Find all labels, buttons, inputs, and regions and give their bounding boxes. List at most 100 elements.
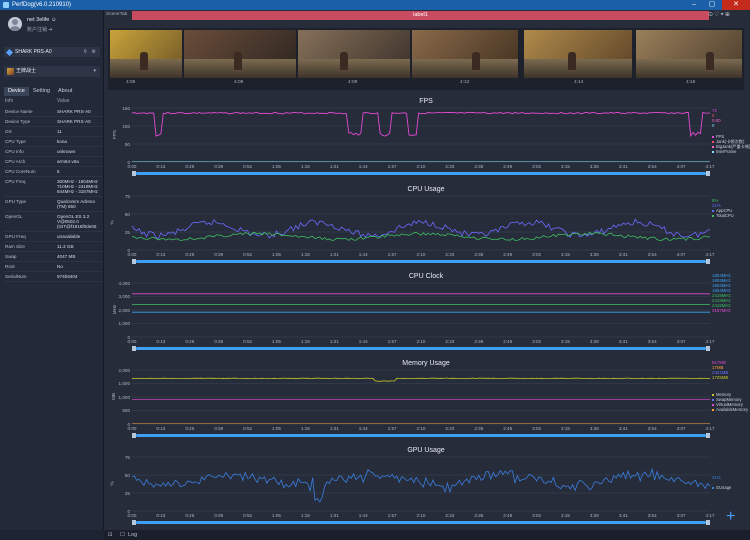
timeline-label: 4:08 xyxy=(234,80,244,85)
screenshot-thumb[interactable] xyxy=(298,30,410,78)
range-slider[interactable] xyxy=(136,260,706,263)
app-select[interactable]: 王牌战士 ▾ xyxy=(4,66,100,77)
x-tick-label: 2:10 xyxy=(416,339,426,344)
expand-icon[interactable]: ⊡ xyxy=(108,530,113,540)
x-tick-label: 3:02 xyxy=(532,164,542,169)
slider-handle-left[interactable] xyxy=(132,520,136,525)
x-tick-label: 1:05 xyxy=(272,426,281,431)
legend-item[interactable]: AvailableMemory xyxy=(712,407,748,412)
screenshot-thumb[interactable] xyxy=(412,30,518,78)
legend-item[interactable]: GUsage xyxy=(712,485,731,490)
current-value: 0 xyxy=(712,123,715,128)
slider-handle-right[interactable] xyxy=(706,520,710,525)
device-icon xyxy=(5,48,14,57)
x-tick-label: 1:31 xyxy=(329,339,339,344)
x-tick-label: 2:23 xyxy=(445,252,455,257)
slider-handle-right[interactable] xyxy=(706,433,710,438)
x-tick-label: 1:31 xyxy=(329,164,339,169)
slider-handle-left[interactable] xyxy=(132,171,136,176)
logout-link[interactable]: 账户注销 ➔ xyxy=(27,26,53,33)
x-tick-label: 1:44 xyxy=(358,339,368,344)
x-tick-label: 4:17 xyxy=(705,513,715,518)
scene-label-bar[interactable]: label1 xyxy=(132,11,709,20)
device-select[interactable]: SHARK PRS-A0 ⚲ ⚙ xyxy=(4,47,100,57)
x-tick-label: 4:17 xyxy=(705,252,715,257)
crosshair-icon[interactable]: ⊕ xyxy=(725,12,731,18)
y-tick-label: 50 xyxy=(124,141,130,147)
range-slider[interactable] xyxy=(136,434,706,437)
x-tick-label: 2:23 xyxy=(445,164,455,169)
x-tick-label: 0:26 xyxy=(185,164,195,169)
x-tick-label: 0:39 xyxy=(214,164,224,169)
chart-plot[interactable] xyxy=(132,282,710,338)
y-tick-label: 0 xyxy=(127,159,130,165)
y-axis-label: % xyxy=(109,481,115,486)
info-key: GPU Freq xyxy=(5,234,26,239)
gear-icon[interactable]: ⚙ xyxy=(92,47,96,57)
legend-item[interactable]: TotalCPU xyxy=(712,213,734,218)
close-icon[interactable]: ✕ xyxy=(722,0,750,10)
screenshot-timeline[interactable]: 4:06 4:08 4:09 4:12 4:14 4:16 xyxy=(108,28,744,90)
chevron-down-icon[interactable]: ▾ xyxy=(93,66,96,77)
x-tick-label: 2:49 xyxy=(503,339,513,344)
wifi-icon[interactable]: ⚲ xyxy=(83,47,87,57)
avatar[interactable] xyxy=(8,17,22,31)
x-tick-label: 0:00 xyxy=(127,513,137,518)
chart-plot[interactable] xyxy=(131,369,711,425)
legend-swatch xyxy=(712,150,714,153)
info-value: arm64-v8a xyxy=(57,159,79,164)
legend-swatch xyxy=(712,214,714,217)
x-tick-label: 2:49 xyxy=(503,164,513,169)
timeline-label: 4:16 xyxy=(686,80,696,85)
slider-handle-left[interactable] xyxy=(132,259,136,264)
legend-item[interactable]: InterFrame xyxy=(712,149,750,154)
x-tick-label: 4:07 xyxy=(676,252,686,257)
range-slider[interactable] xyxy=(136,347,706,350)
x-tick-label: 0:52 xyxy=(243,426,253,431)
log-label: Log xyxy=(128,532,138,538)
x-tick-label: 0:39 xyxy=(214,426,224,431)
tab-setting[interactable]: Setting xyxy=(29,87,54,96)
minimize-icon[interactable]: – xyxy=(686,0,702,10)
y-tick-label: 500 xyxy=(122,408,130,413)
x-tick-label: 4:17 xyxy=(705,339,715,344)
info-key: OS xyxy=(5,129,12,134)
slider-handle-left[interactable] xyxy=(132,433,136,438)
tab-about[interactable]: About xyxy=(54,87,76,96)
chart-panel-2: CPU Clock MHz 4,000 3,000 2,000 1,000 0 0:00 0:1… xyxy=(108,273,744,359)
legend-swatch xyxy=(712,393,714,396)
x-tick-label: 3:28 xyxy=(589,339,599,344)
x-tick-label: 1:44 xyxy=(358,164,368,169)
x-tick-label: 0:52 xyxy=(243,339,253,344)
x-tick-label: 1:31 xyxy=(329,513,339,518)
screenshot-thumb[interactable] xyxy=(110,30,182,78)
x-tick-label: 3:41 xyxy=(618,513,628,518)
info-key: OpenGL xyxy=(5,214,23,219)
chart-plot[interactable] xyxy=(131,195,711,251)
screenshot-thumb[interactable] xyxy=(184,30,296,78)
chart-plot[interactable] xyxy=(131,456,711,512)
info-value: 11.3 GB xyxy=(57,244,74,249)
info-value: unknown xyxy=(57,149,76,154)
current-value: 21% xyxy=(712,475,721,480)
x-tick-label: 1:18 xyxy=(300,513,310,518)
range-slider[interactable] xyxy=(136,521,706,524)
slider-handle-right[interactable] xyxy=(706,259,710,264)
y-tick-label: 0 xyxy=(127,508,130,514)
add-chart-button[interactable]: + xyxy=(726,509,735,525)
slider-handle-left[interactable] xyxy=(132,346,136,351)
legend-swatch xyxy=(712,403,714,406)
screenshot-thumb[interactable] xyxy=(524,30,632,78)
info-value: 4047 MB xyxy=(57,254,76,259)
screenshot-thumb[interactable] xyxy=(636,30,742,78)
chart-plot[interactable] xyxy=(131,107,711,163)
x-tick-label: 2:36 xyxy=(474,426,484,431)
slider-handle-right[interactable] xyxy=(706,171,710,176)
range-slider[interactable] xyxy=(136,172,706,175)
x-tick-label: 2:49 xyxy=(503,513,513,518)
y-tick-label: 100 xyxy=(122,123,130,129)
slider-handle-right[interactable] xyxy=(706,346,710,351)
log-checkbox[interactable]: ☐ xyxy=(120,530,125,540)
tab-device[interactable]: Device xyxy=(4,87,29,96)
maximize-icon[interactable]: ▢ xyxy=(704,0,720,10)
